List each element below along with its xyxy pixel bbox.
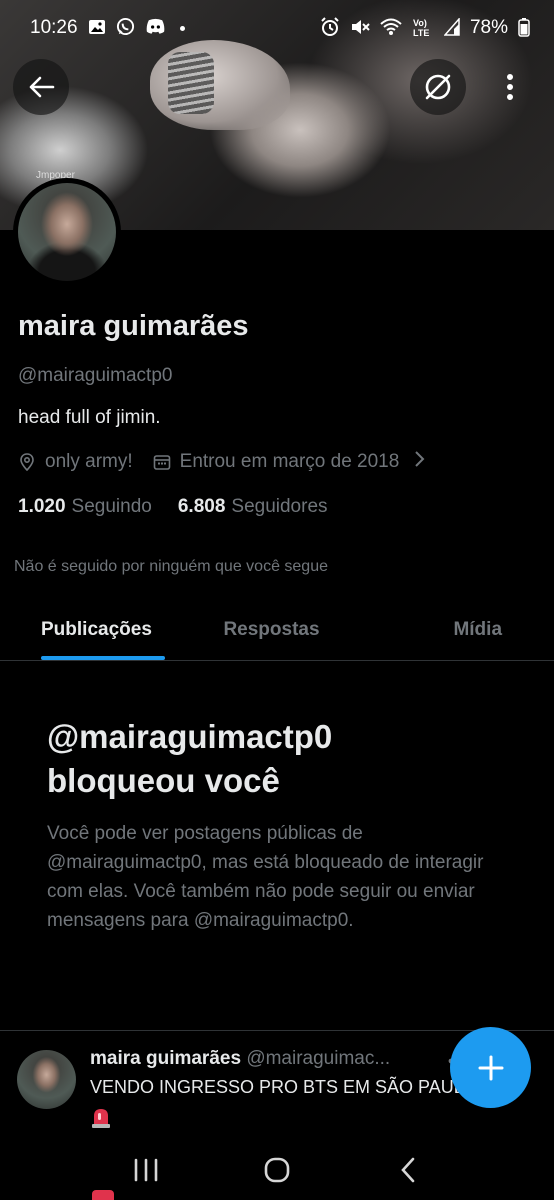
plus-icon: [478, 1055, 503, 1080]
more-options-button[interactable]: [480, 59, 540, 115]
chevron-right-icon[interactable]: [413, 450, 425, 474]
home-icon: [264, 1157, 290, 1183]
svg-text:Vo): Vo): [413, 18, 427, 28]
recent-apps-button[interactable]: [126, 1150, 166, 1190]
profile-info: maira guimarães @mairaguimactp0 head ful…: [18, 310, 538, 518]
back-nav-button[interactable]: [388, 1150, 428, 1190]
profile-tabs: Publicações Respostas Mídia: [0, 600, 554, 661]
mute-icon: [350, 17, 370, 40]
back-button[interactable]: [13, 59, 69, 115]
profile-avatar[interactable]: [13, 178, 121, 286]
svg-text:LTE: LTE: [413, 28, 429, 37]
tab-midia[interactable]: Mídia: [348, 600, 554, 660]
battery-icon: [518, 17, 530, 40]
joined-item[interactable]: Entrou em março de 2018: [153, 451, 400, 473]
wifi-icon: [380, 18, 402, 39]
followers-link[interactable]: 6.808 Seguidores: [178, 496, 328, 518]
location-text: only army!: [45, 451, 133, 472]
grok-icon: [425, 74, 451, 100]
battery-level: 78%: [469, 17, 508, 38]
tab-respostas[interactable]: Respostas: [195, 600, 349, 660]
status-bar: 10:26 Vo) LTE 78%: [0, 0, 554, 56]
blocked-notice: @mairaguimactp0 bloqueou você Você pode …: [47, 715, 487, 935]
following-count: 1.020: [18, 496, 66, 517]
status-time: 10:26: [30, 17, 78, 38]
chevron-left-icon: [401, 1157, 415, 1183]
tab-publicacoes[interactable]: Publicações: [0, 600, 195, 660]
following-label: Seguindo: [71, 496, 152, 517]
tweet-avatar[interactable]: [17, 1050, 76, 1109]
image-icon: [88, 18, 106, 39]
banner-ring: [168, 52, 214, 114]
avatar-image: [18, 183, 116, 281]
arrow-left-icon: [29, 76, 55, 98]
alarm-icon: [320, 16, 340, 40]
siren-icon-partial: [92, 1190, 114, 1200]
notification-dot-icon: [179, 25, 185, 31]
grok-button[interactable]: [410, 59, 466, 115]
location-item: only army!: [18, 451, 133, 473]
compose-button[interactable]: [450, 1027, 531, 1108]
more-vertical-icon: [507, 74, 513, 100]
calendar-icon: [153, 455, 170, 470]
tweet-author-name[interactable]: maira guimarães: [90, 1048, 241, 1069]
followers-label: Seguidores: [231, 496, 328, 517]
display-name: maira guimarães: [18, 310, 249, 342]
recent-apps-icon: [134, 1158, 157, 1182]
status-left: 10:26: [30, 17, 185, 39]
whatsapp-icon: [116, 17, 135, 39]
profile-screen: Jmpoper 10:26 Vo) LTE 78% maira guimarãe…: [0, 0, 554, 1200]
system-nav-bar: [0, 1140, 554, 1200]
location-pin-icon: [20, 453, 34, 471]
followers-count: 6.808: [177, 496, 226, 517]
tweet-text[interactable]: VENDO INGRESSO PRO BTS EM SÃO PAULO: [90, 1077, 478, 1098]
volte-icon: Vo) LTE: [412, 17, 434, 40]
profile-bio: head full of jimin.: [18, 407, 161, 428]
blocked-title: @mairaguimactp0 bloqueou você: [47, 718, 333, 799]
blocked-body: Você pode ver postagens públicas de @mai…: [47, 823, 484, 931]
following-link[interactable]: 1.020 Seguindo: [18, 496, 152, 518]
not-followed-text: Não é seguido por ninguém que você segue: [14, 558, 328, 575]
joined-text: Entrou em março de 2018: [179, 451, 400, 472]
profile-handle: @mairaguimactp0: [18, 365, 173, 386]
discord-icon: [145, 18, 166, 38]
follow-counts: 1.020 Seguindo 6.808 Seguidores: [18, 496, 538, 518]
status-right: Vo) LTE 78%: [320, 16, 530, 40]
tweet-header: maira guimarães @mairaguimac...: [90, 1048, 450, 1070]
siren-icon: [90, 1106, 112, 1136]
home-button[interactable]: [257, 1150, 297, 1190]
signal-icon: [443, 16, 460, 39]
profile-meta: only army! Entrou em março de 2018: [18, 450, 538, 474]
tweet-author-handle: @mairaguimac...: [246, 1048, 391, 1069]
